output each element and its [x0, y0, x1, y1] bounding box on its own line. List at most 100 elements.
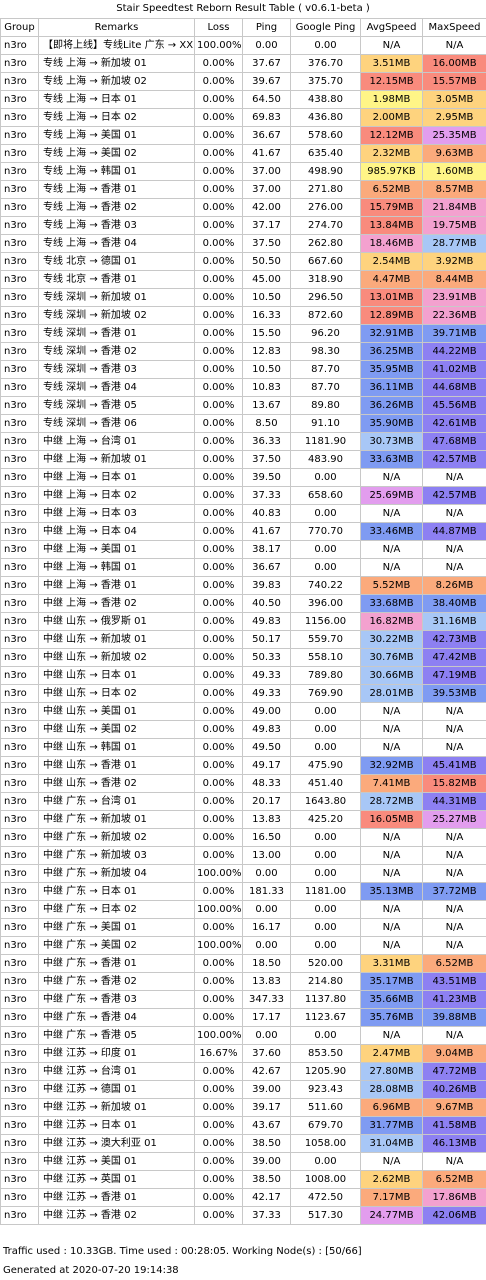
- google-ping-cell: 558.10: [290, 648, 361, 667]
- remarks-cell: 专线 深圳 → 香港 02: [38, 342, 195, 361]
- table-row: n3ro 中继 广东 → 香港 03 0.00% 347.33 1137.80 35.66…: [0, 990, 486, 1009]
- ping-cell: 50.17: [242, 630, 291, 649]
- ping-cell: 16.17: [242, 918, 291, 937]
- group-cell: n3ro: [0, 180, 39, 199]
- avgspeed-cell: 4.47MB: [360, 270, 423, 289]
- maxspeed-cell: 47.72MB: [422, 1062, 486, 1081]
- ping-cell: 38.17: [242, 540, 291, 559]
- remarks-cell: 中继 广东 → 香港 04: [38, 1008, 195, 1027]
- avgspeed-cell: 13.84MB: [360, 216, 423, 235]
- loss-cell: 0.00%: [194, 972, 243, 991]
- group-cell: n3ro: [0, 810, 39, 829]
- group-cell: n3ro: [0, 900, 39, 919]
- table-row: n3ro 中继 江苏 → 新加坡 01 0.00% 39.17 511.60 6.96MB…: [0, 1098, 486, 1117]
- remarks-cell: 中继 上海 → 日本 01: [38, 468, 195, 487]
- google-ping-cell: 87.70: [290, 360, 361, 379]
- maxspeed-cell: 9.67MB: [422, 1098, 486, 1117]
- group-cell: n3ro: [0, 486, 39, 505]
- remarks-cell: 专线 上海 → 新加坡 01: [38, 54, 195, 73]
- remarks-cell: 中继 山东 → 日本 01: [38, 666, 195, 685]
- google-ping-cell: 375.70: [290, 72, 361, 91]
- remarks-cell: 中继 广东 → 新加坡 03: [38, 846, 195, 865]
- google-ping-cell: 498.90: [290, 162, 361, 181]
- avgspeed-cell: 28.72MB: [360, 792, 423, 811]
- group-cell: n3ro: [0, 1188, 39, 1207]
- maxspeed-cell: 42.06MB: [422, 1206, 486, 1225]
- remarks-cell: 中继 广东 → 新加坡 01: [38, 810, 195, 829]
- avgspeed-cell: 24.77MB: [360, 1206, 423, 1225]
- maxspeed-cell: 21.84MB: [422, 198, 486, 217]
- ping-cell: 49.00: [242, 702, 291, 721]
- google-ping-cell: 667.60: [290, 252, 361, 271]
- ping-cell: 0.00: [242, 36, 291, 55]
- avgspeed-cell: 18.46MB: [360, 234, 423, 253]
- table-row: n3ro 专线 上海 → 美国 01 0.00% 36.67 578.60 12.12MB…: [0, 126, 486, 145]
- loss-cell: 0.00%: [194, 612, 243, 631]
- ping-cell: 39.83: [242, 576, 291, 595]
- google-ping-cell: 0.00: [290, 864, 361, 883]
- loss-cell: 0.00%: [194, 414, 243, 433]
- group-cell: n3ro: [0, 1062, 39, 1081]
- table-row: n3ro 中继 广东 → 美国 02 100.00% 0.00 0.00 N/A N/A: [0, 936, 486, 955]
- maxspeed-cell: 8.26MB: [422, 576, 486, 595]
- maxspeed-cell: 39.88MB: [422, 1008, 486, 1027]
- maxspeed-cell: 44.22MB: [422, 342, 486, 361]
- loss-cell: 0.00%: [194, 720, 243, 739]
- maxspeed-cell: 45.56MB: [422, 396, 486, 415]
- group-cell: n3ro: [0, 1152, 39, 1171]
- ping-cell: 42.67: [242, 1062, 291, 1081]
- avgspeed-cell: 30.22MB: [360, 630, 423, 649]
- google-ping-cell: 472.50: [290, 1188, 361, 1207]
- avgspeed-cell: 1.98MB: [360, 90, 423, 109]
- loss-cell: 0.00%: [194, 684, 243, 703]
- avgspeed-cell: N/A: [360, 864, 423, 883]
- table-row: n3ro 中继 广东 → 新加坡 02 0.00% 16.50 0.00 N/A N/A: [0, 828, 486, 847]
- table-row: n3ro 专线 深圳 → 香港 04 0.00% 10.83 87.70 36.11MB 4…: [0, 378, 486, 397]
- google-ping-cell: 0.00: [290, 36, 361, 55]
- table-title: Stair Speedtest Reborn Result Table ( v0…: [116, 3, 370, 14]
- loss-cell: 0.00%: [194, 288, 243, 307]
- group-cell: n3ro: [0, 738, 39, 757]
- maxspeed-cell: 6.52MB: [422, 954, 486, 973]
- remarks-cell: 中继 江苏 → 英国 01: [38, 1170, 195, 1189]
- table-row: n3ro 中继 上海 → 香港 01 0.00% 39.83 740.22 5.52MB 8…: [0, 576, 486, 595]
- ping-cell: 49.83: [242, 720, 291, 739]
- ping-cell: 50.33: [242, 648, 291, 667]
- table-row: n3ro 中继 山东 → 香港 02 0.00% 48.33 451.40 7.41MB 1…: [0, 774, 486, 793]
- loss-cell: 0.00%: [194, 234, 243, 253]
- ping-cell: 16.33: [242, 306, 291, 325]
- table-row: n3ro 中继 广东 → 香港 01 0.00% 18.50 520.00 3.31MB 6…: [0, 954, 486, 973]
- google-ping-cell: 396.00: [290, 594, 361, 613]
- maxspeed-cell: N/A: [422, 540, 486, 559]
- ping-cell: 13.83: [242, 810, 291, 829]
- avgspeed-cell: 15.79MB: [360, 198, 423, 217]
- group-cell: n3ro: [0, 72, 39, 91]
- remarks-cell: 中继 江苏 → 印度 01: [38, 1044, 195, 1063]
- maxspeed-cell: 44.68MB: [422, 378, 486, 397]
- group-cell: n3ro: [0, 1080, 39, 1099]
- maxspeed-cell: 42.61MB: [422, 414, 486, 433]
- column-header-remarks: Remarks: [38, 18, 195, 37]
- group-cell: n3ro: [0, 828, 39, 847]
- ping-cell: 18.50: [242, 954, 291, 973]
- ping-cell: 37.17: [242, 216, 291, 235]
- avgspeed-cell: N/A: [360, 468, 423, 487]
- group-cell: n3ro: [0, 36, 39, 55]
- google-ping-cell: 511.60: [290, 1098, 361, 1117]
- maxspeed-cell: 3.05MB: [422, 90, 486, 109]
- loss-cell: 0.00%: [194, 1116, 243, 1135]
- google-ping-cell: 451.40: [290, 774, 361, 793]
- ping-cell: 49.33: [242, 684, 291, 703]
- loss-cell: 0.00%: [194, 1170, 243, 1189]
- avgspeed-cell: 16.05MB: [360, 810, 423, 829]
- ping-cell: 17.17: [242, 1008, 291, 1027]
- group-cell: n3ro: [0, 54, 39, 73]
- table-row: n3ro 中继 上海 → 日本 04 0.00% 41.67 770.70 33.46MB…: [0, 522, 486, 541]
- loss-cell: 0.00%: [194, 324, 243, 343]
- avgspeed-cell: N/A: [360, 1152, 423, 1171]
- remarks-cell: 中继 山东 → 香港 02: [38, 774, 195, 793]
- avgspeed-cell: 7.41MB: [360, 774, 423, 793]
- remarks-cell: 专线 北京 → 香港 01: [38, 270, 195, 289]
- google-ping-cell: 1643.80: [290, 792, 361, 811]
- loss-cell: 0.00%: [194, 1062, 243, 1081]
